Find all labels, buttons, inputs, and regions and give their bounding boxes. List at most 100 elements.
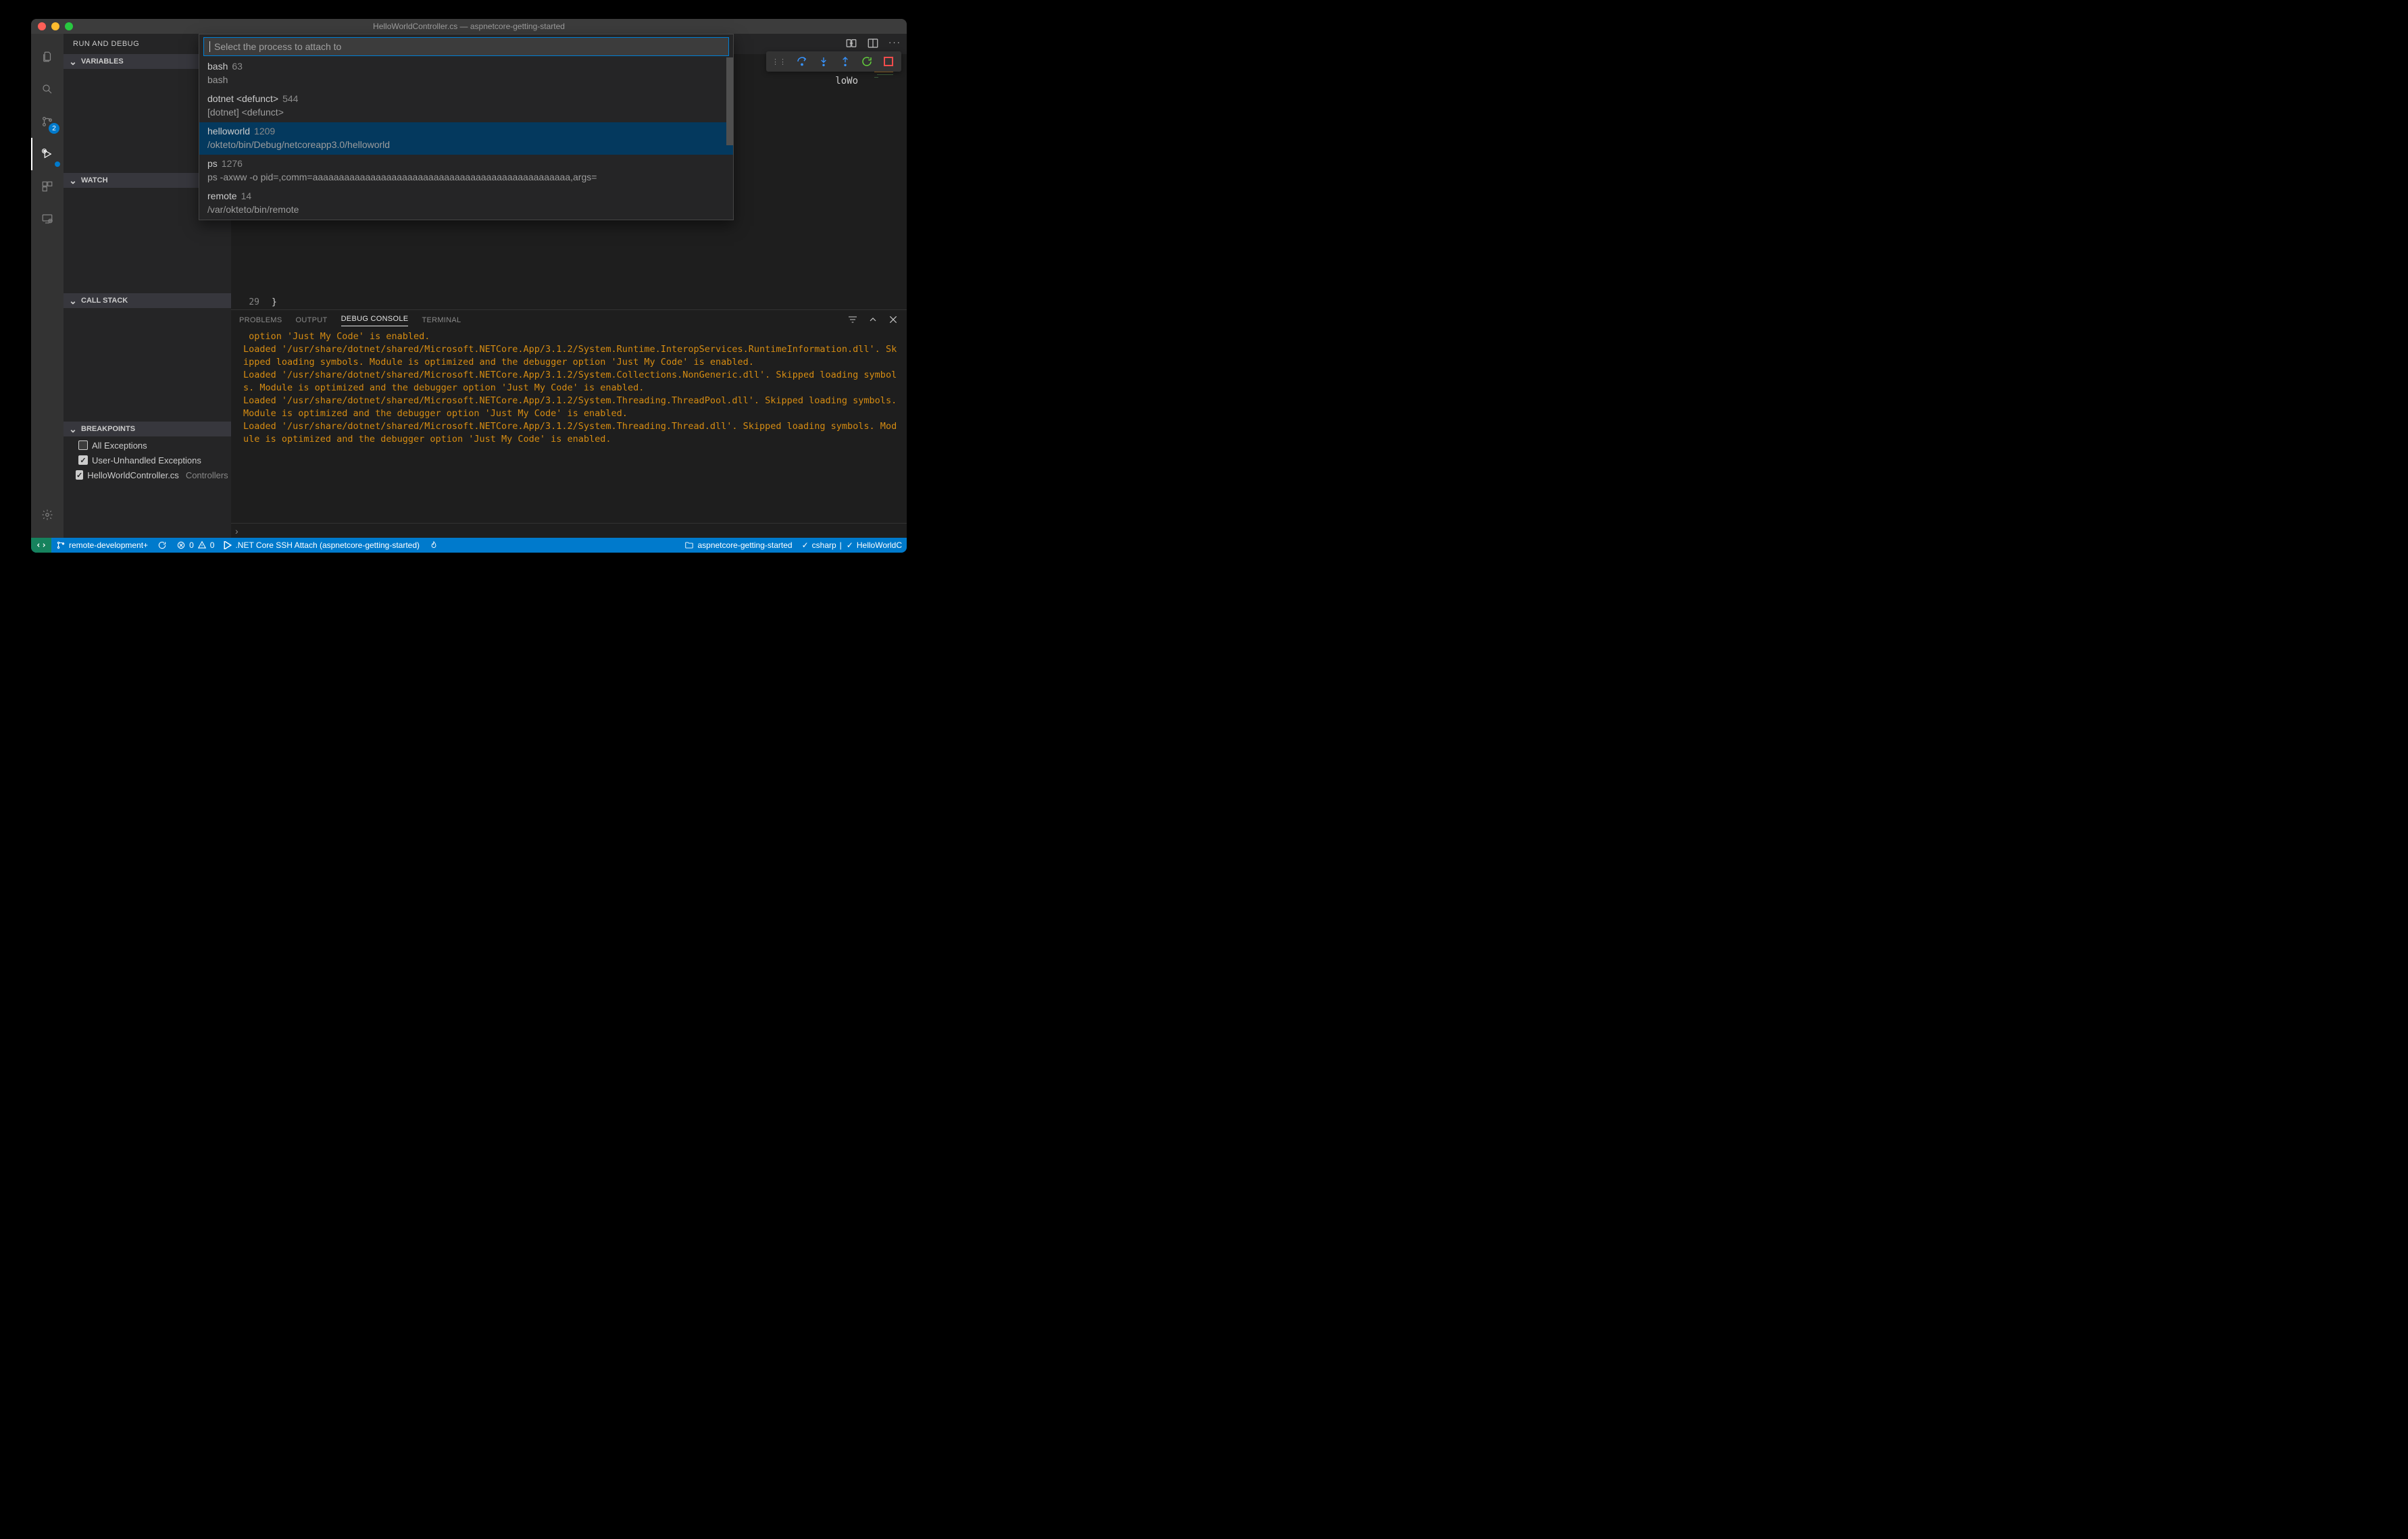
flame-icon [429,540,438,550]
breakpoint-row[interactable]: All Exceptions [64,438,231,453]
breakpoint-checkbox[interactable] [78,440,88,450]
panel-collapse-button[interactable] [868,314,878,327]
filter-icon [847,314,858,325]
activity-settings[interactable] [31,499,64,531]
chevron-down-icon: ⌄ [68,424,78,435]
status-errors-count: 0 [189,540,194,550]
panel-tab-output[interactable]: OUTPUT [296,316,328,324]
breakpoint-row[interactable]: HelloWorldController.cs Controllers 26 [64,468,231,482]
debug-step-into-button[interactable] [816,54,831,69]
compare-icon [845,37,857,49]
panel-filter-button[interactable] [847,314,858,327]
debug-console-input[interactable]: › [231,523,907,538]
step-over-icon [796,55,808,68]
process-desc: /var/okteto/bin/remote [207,203,725,216]
step-into-icon [818,56,829,67]
quickpick-input[interactable]: Select the process to attach to [203,37,729,56]
activity-run-debug[interactable] [31,138,64,170]
check-icon: ✓ [847,540,853,550]
process-name: dotnet <defunct> [207,93,278,104]
status-debug-target[interactable]: .NET Core SSH Attach (aspnetcore-getting… [219,538,424,553]
breakpoints-list: All Exceptions User-Unhandled Exceptions… [64,436,231,484]
quickpick-item[interactable]: bash63 bash [199,57,733,90]
text-cursor [209,41,210,52]
chevron-down-icon: ⌄ [68,295,78,307]
split-icon [867,37,879,49]
activity-search[interactable] [31,73,64,105]
breakpoint-folder: Controllers [186,470,228,480]
status-warnings-count: 0 [210,540,215,550]
quickpick-item[interactable]: helloworld1209 /okteto/bin/Debug/netcore… [199,122,733,155]
remote-explorer-icon [41,213,53,225]
line-number: 29 [243,297,259,307]
quickpick-placeholder: Select the process to attach to [214,41,341,52]
branch-icon [56,540,66,550]
activity-bar: 2 [31,34,64,538]
quickpick-item[interactable]: ps1276 ps -axww -o pid=,comm=aaaaaaaaaaa… [199,155,733,187]
quickpick-scrollbar[interactable] [726,57,733,145]
section-breakpoints-label: BREAKPOINTS [81,425,135,433]
breakpoint-label: User-Unhandled Exceptions [92,455,201,465]
error-icon [176,540,186,550]
debug-stop-button[interactable] [881,54,896,69]
panel-close-button[interactable] [888,314,899,327]
debug-step-over-button[interactable] [795,54,809,69]
process-name: bash [207,61,228,72]
panel: PROBLEMS OUTPUT DEBUG CONSOLE TERMINAL [231,309,907,538]
status-debug-target-label: .NET Core SSH Attach (aspnetcore-getting… [235,540,420,550]
debug-restart-button[interactable] [859,54,874,69]
panel-tab-problems[interactable]: PROBLEMS [239,316,282,324]
process-desc: [dotnet] <defunct> [207,106,725,118]
chevron-down-icon: ⌄ [68,175,78,186]
debug-console-output[interactable]: option 'Just My Code' is enabled. Loaded… [231,330,907,523]
quickpick-item[interactable]: remote14 /var/okteto/bin/remote [199,187,733,220]
quickpick: Select the process to attach to bash63 b… [199,34,734,220]
activity-remote-explorer[interactable] [31,203,64,235]
editor-line: 29 } [231,295,907,309]
chevron-right-icon: › [235,526,239,536]
activity-source-control[interactable]: 2 [31,105,64,138]
process-pid: 1209 [254,126,275,136]
debug-step-out-button[interactable] [838,54,853,69]
debug-toolbar: ⋮⋮ [766,51,901,72]
process-name: ps [207,158,218,169]
folder-icon [684,540,694,550]
activity-extensions[interactable] [31,170,64,203]
split-editor-button[interactable] [867,37,879,51]
debug-toolbar-grip[interactable]: ⋮⋮ [772,57,786,66]
status-live-share[interactable] [424,538,443,553]
breakpoint-checkbox[interactable] [76,470,83,480]
process-desc: ps -axww -o pid=,comm=aaaaaaaaaaaaaaaaaa… [207,171,725,183]
status-file[interactable]: ✓ HelloWorldC [847,540,907,550]
status-csharp[interactable]: ✓ csharp | [797,540,847,550]
status-sync[interactable] [153,538,172,553]
quickpick-list: bash63 bash dotnet <defunct>544 [dotnet]… [199,57,733,220]
breakpoint-row[interactable]: User-Unhandled Exceptions [64,453,231,468]
more-actions-button[interactable]: ··· [888,37,901,51]
status-lang-label: csharp [812,540,836,550]
panel-tab-terminal[interactable]: TERMINAL [422,316,461,324]
step-out-icon [840,56,851,67]
section-callstack-label: CALL STACK [81,297,128,305]
panel-tab-debug-console[interactable]: DEBUG CONSOLE [341,315,409,326]
status-remote[interactable] [31,538,51,553]
process-pid: 14 [241,191,252,201]
quickpick-item[interactable]: dotnet <defunct>544 [dotnet] <defunct> [199,90,733,122]
status-project-label: aspnetcore-getting-started [697,540,792,550]
status-project[interactable]: aspnetcore-getting-started [680,540,797,550]
activity-explorer[interactable] [31,41,64,73]
section-breakpoints-header[interactable]: ⌄ BREAKPOINTS [64,422,231,436]
chevron-down-icon: ⌄ [68,56,78,68]
compare-changes-button[interactable] [845,37,857,51]
restart-icon [861,55,873,68]
status-problems[interactable]: 0 0 [172,538,219,553]
breakpoint-checkbox[interactable] [78,455,88,465]
gear-icon [41,509,53,521]
separator: | [840,540,842,550]
status-remote-name[interactable]: remote-development+ [51,538,153,553]
warning-icon [197,540,207,550]
section-callstack-header[interactable]: ⌄ CALL STACK [64,293,231,308]
vscode-window: HelloWorldController.cs — aspnetcore-get… [31,19,907,553]
body-area: 2 RUN AND DEBUG . [31,34,907,538]
process-desc: bash [207,74,725,86]
